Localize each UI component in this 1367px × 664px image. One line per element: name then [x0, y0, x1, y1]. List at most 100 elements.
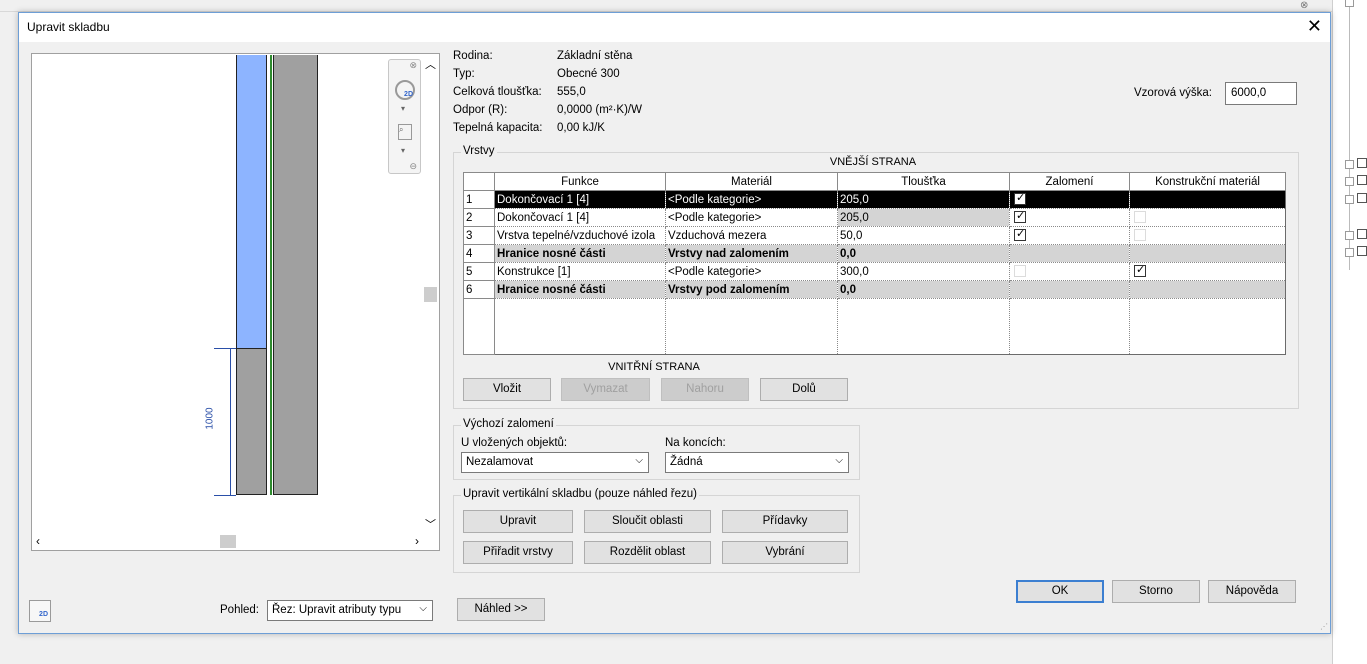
- tree-expand-icon[interactable]: [1345, 248, 1354, 257]
- navbar-minimize-icon[interactable]: ⊖: [409, 161, 417, 172]
- column-header-material[interactable]: Materiál: [665, 172, 838, 191]
- resize-grip-icon[interactable]: ⋰: [1320, 622, 1328, 631]
- column-header-thickness[interactable]: Tloušťka: [837, 172, 1010, 191]
- wraps-checkbox[interactable]: [1014, 210, 1026, 224]
- cell-function[interactable]: Konstrukce [1]: [494, 262, 666, 281]
- at-ends-value: Žádná: [670, 456, 703, 468]
- cell-material[interactable]: <Podle kategorie>: [665, 262, 838, 281]
- close-icon[interactable]: ✕: [1307, 16, 1322, 36]
- wraps-checkbox[interactable]: [1014, 192, 1026, 206]
- scroll-right-icon[interactable]: ›: [415, 534, 419, 548]
- table-row[interactable]: 3 Vrstva tepelné/vzduchové izola Vzducho…: [463, 226, 1286, 245]
- chevron-down-icon[interactable]: ▾: [401, 104, 405, 113]
- empty-row: [463, 298, 1286, 355]
- zoom-icon[interactable]: ⌕: [398, 124, 412, 140]
- scroll-thumb[interactable]: [424, 287, 437, 302]
- reveals-button[interactable]: Vybrání: [722, 541, 848, 564]
- steering-wheel-2d-icon[interactable]: 2D: [395, 80, 415, 100]
- split-region-button[interactable]: Rozdělit oblast: [584, 541, 711, 564]
- chevron-down-icon[interactable]: ⌵: [419, 603, 427, 614]
- row-number[interactable]: 2: [463, 208, 495, 227]
- preview-pane[interactable]: 1000 ⊗ 2D ▾ ⌕ ▾ ⊖ ︿ ﹀ ‹ ›: [31, 53, 440, 551]
- wall-layer-finish-lower: [236, 348, 267, 495]
- tree-expand-icon[interactable]: [1345, 160, 1354, 169]
- tree-node-icon: [1357, 158, 1367, 168]
- structural-checkbox[interactable]: [1134, 264, 1146, 278]
- scroll-down-icon[interactable]: ﹀: [425, 516, 436, 532]
- table-row[interactable]: 2 Dokončovací 1 [4] <Podle kategorie> 20…: [463, 208, 1286, 227]
- family-label: Rodina:: [453, 50, 493, 62]
- column-header-structural[interactable]: Konstrukční materiál: [1129, 172, 1286, 191]
- cell-wraps[interactable]: [1009, 190, 1130, 209]
- move-up-button[interactable]: Nahoru: [661, 378, 749, 401]
- cell-material[interactable]: <Podle kategorie>: [665, 190, 838, 209]
- tree-collapse-icon[interactable]: [1345, 195, 1354, 204]
- horizontal-scrollbar[interactable]: ‹ ›: [32, 533, 423, 550]
- background-project-browser: [1332, 0, 1367, 664]
- insert-button[interactable]: Vložit: [463, 378, 551, 401]
- sweeps-button[interactable]: Přídavky: [722, 510, 848, 533]
- tree-expand-icon[interactable]: [1345, 177, 1354, 186]
- tree-expand-icon[interactable]: [1345, 0, 1354, 7]
- vertical-scrollbar[interactable]: ︿ ﹀: [422, 54, 439, 534]
- chevron-down-icon[interactable]: ⌵: [835, 455, 843, 466]
- navigation-bar[interactable]: ⊗ 2D ▾ ⌕ ▾ ⊖: [388, 59, 421, 174]
- cell-material[interactable]: Vzduchová mezera: [665, 226, 838, 245]
- table-row[interactable]: 5 Konstrukce [1] <Podle kategorie> 300,0: [463, 262, 1286, 281]
- cell-structural[interactable]: [1129, 262, 1286, 281]
- row-number[interactable]: 5: [463, 262, 495, 281]
- background-close-icon: ⊗: [1300, 0, 1309, 11]
- cancel-button[interactable]: Storno: [1112, 580, 1200, 603]
- delete-button[interactable]: Vymazat: [561, 378, 650, 401]
- merge-regions-button[interactable]: Sloučit oblasti: [584, 510, 711, 533]
- cell-function[interactable]: Dokončovací 1 [4]: [494, 190, 666, 209]
- tree-expand-icon[interactable]: [1345, 231, 1354, 240]
- row-number[interactable]: 1: [463, 190, 495, 209]
- scroll-up-icon[interactable]: ︿: [425, 56, 436, 72]
- sample-height-input[interactable]: 6000,0: [1225, 82, 1297, 105]
- empty-cell: [494, 298, 666, 355]
- chevron-down-icon[interactable]: ⌵: [635, 455, 643, 466]
- assign-layers-button[interactable]: Přiřadit vrstvy: [463, 541, 573, 564]
- modify-button[interactable]: Upravit: [463, 510, 573, 533]
- cell-material[interactable]: <Podle kategorie>: [665, 208, 838, 227]
- column-header-wraps[interactable]: Zalomení: [1009, 172, 1130, 191]
- view-select[interactable]: Řez: Upravit atributy typu ⌵: [267, 600, 433, 621]
- scroll-left-icon[interactable]: ‹: [36, 534, 40, 548]
- cell-structural[interactable]: [1129, 208, 1286, 227]
- table-row[interactable]: 6 Hranice nosné části Vrstvy pod zalomen…: [463, 280, 1286, 299]
- structural-checkbox[interactable]: [1134, 193, 1146, 206]
- column-header-function[interactable]: Funkce: [494, 172, 666, 191]
- preview-toggle-button[interactable]: Náhled >>: [457, 598, 545, 621]
- steering-wheel-2d-icon[interactable]: 2D: [29, 600, 51, 622]
- chevron-down-icon[interactable]: ▾: [401, 146, 405, 155]
- at-ends-select[interactable]: Žádná ⌵: [665, 452, 849, 473]
- cell-function[interactable]: Vrstva tepelné/vzduchové izola: [494, 226, 666, 245]
- cell-structural[interactable]: [1129, 226, 1286, 245]
- cell-thickness[interactable]: 300,0: [837, 262, 1010, 281]
- row-number[interactable]: 3: [463, 226, 495, 245]
- cell-thickness[interactable]: 205,0: [837, 190, 1010, 209]
- cell-thickness[interactable]: 50,0: [837, 226, 1010, 245]
- help-button[interactable]: Nápověda: [1208, 580, 1296, 603]
- table-row[interactable]: 1 Dokončovací 1 [4] <Podle kategorie> 20…: [463, 190, 1286, 209]
- cell-thickness[interactable]: 205,0: [837, 208, 1010, 227]
- preview-canvas[interactable]: 1000 ⊗ 2D ▾ ⌕ ▾ ⊖: [33, 55, 423, 535]
- cell-wraps[interactable]: [1009, 208, 1130, 227]
- cell-function: Hranice nosné části: [494, 280, 666, 299]
- row-number[interactable]: 6: [463, 280, 495, 299]
- cell-wraps[interactable]: [1009, 226, 1130, 245]
- navbar-close-icon[interactable]: ⊗: [409, 60, 417, 71]
- layers-table[interactable]: Funkce Materiál Tloušťka Zalomení Konstr…: [463, 172, 1286, 355]
- default-wrapping-title: Výchozí zalomení: [461, 418, 556, 430]
- cell-function[interactable]: Dokončovací 1 [4]: [494, 208, 666, 227]
- row-number[interactable]: 4: [463, 244, 495, 263]
- scroll-thumb[interactable]: [220, 535, 236, 548]
- wraps-checkbox[interactable]: [1014, 228, 1026, 242]
- move-down-button[interactable]: Dolů: [760, 378, 848, 401]
- dimension-tick: [214, 495, 236, 496]
- at-inserts-select[interactable]: Nezalamovat ⌵: [461, 452, 649, 473]
- cell-structural[interactable]: [1129, 190, 1286, 209]
- table-row[interactable]: 4 Hranice nosné části Vrstvy nad zalomen…: [463, 244, 1286, 263]
- ok-button[interactable]: OK: [1016, 580, 1104, 603]
